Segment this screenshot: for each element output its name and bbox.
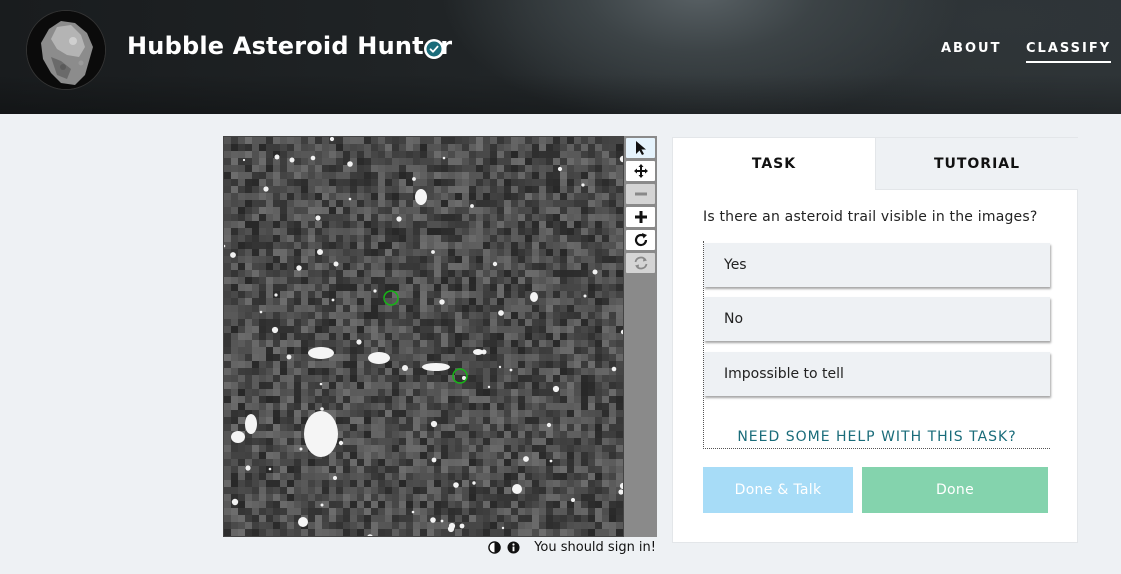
task-question: Is there an asteroid trail visible in th… [703,209,1038,225]
nav-classify-link[interactable]: CLASSIFY [1026,41,1112,63]
site-header: Hubble Asteroid Hunter ABOUT CLASSIFY [0,0,1121,114]
pointer-icon [635,141,646,155]
subject-image[interactable] [223,136,624,537]
tab-tutorial[interactable]: TUTORIAL [875,138,1078,190]
rotate-icon [634,233,647,247]
answer-list: Yes No Impossible to tell NEED SOME HELP… [703,241,1050,449]
done-button[interactable]: Done [862,467,1048,513]
zoom-out-icon [634,192,647,196]
zoom-in-icon [634,211,647,223]
reset-icon [634,256,647,270]
answer-yes-button[interactable]: Yes [704,243,1050,287]
answer-impossible-button[interactable]: Impossible to tell [704,352,1050,396]
contrast-icon[interactable] [488,541,501,554]
project-avatar[interactable] [26,10,106,90]
task-help-link[interactable]: NEED SOME HELP WITH THIS TASK? [704,429,1050,445]
zoom-in-button[interactable] [626,207,655,227]
info-icon[interactable] [507,541,520,554]
asteroid-icon [27,11,105,89]
viewer-footer: You should sign in! [488,540,656,555]
move-icon [633,164,648,178]
hubble-field-image [224,137,623,536]
task-panel: TASK TUTORIAL Is there an asteroid trail… [672,137,1078,543]
zoom-out-button[interactable] [626,184,655,204]
project-title[interactable]: Hubble Asteroid Hunter [127,32,452,60]
sign-in-notice: You should sign in! [534,540,656,555]
verified-badge-icon [424,39,444,59]
rotate-button[interactable] [626,230,655,250]
reset-button[interactable] [626,253,655,273]
done-and-talk-button[interactable]: Done & Talk [703,467,853,513]
answer-no-button[interactable]: No [704,297,1050,341]
pointer-tool-button[interactable] [626,138,655,158]
viewer-toolbar [624,136,657,537]
tab-task[interactable]: TASK [673,138,875,190]
move-tool-button[interactable] [626,161,655,181]
nav-about-link[interactable]: ABOUT [941,41,1001,56]
